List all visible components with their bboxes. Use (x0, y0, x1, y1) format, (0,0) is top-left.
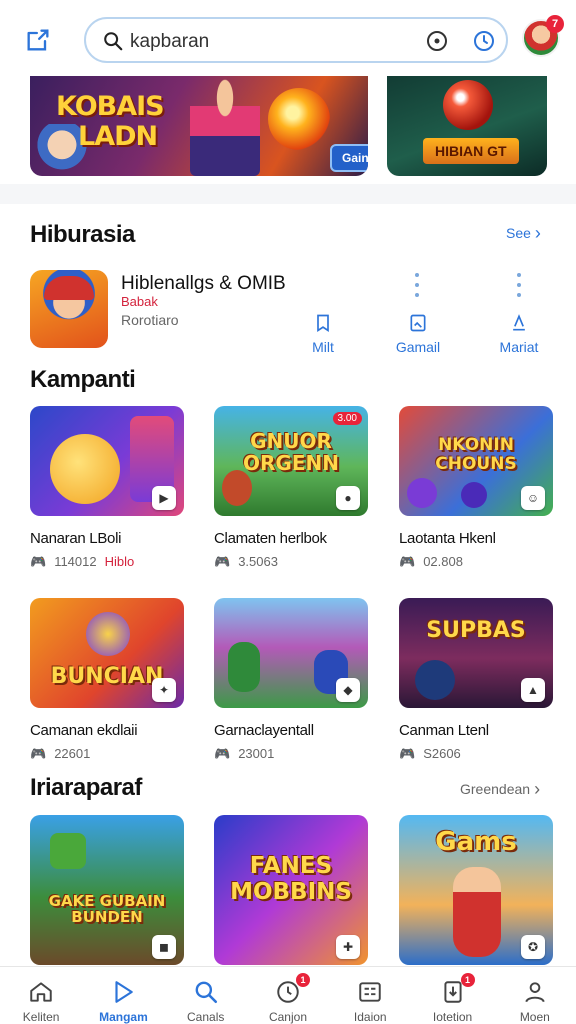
game-meta: 🎮 3.5063 (214, 554, 278, 569)
section-title: Kampanti (30, 366, 136, 393)
featured-app-name[interactable]: Hiblenallgs & OMIB (121, 273, 286, 295)
game-badge-icon: ▲ (521, 678, 545, 702)
game-title: Clamaten herlbok (214, 530, 327, 547)
game-thumbnail: ▶ (30, 406, 184, 516)
nav-list[interactable]: Idaion (329, 967, 411, 1024)
nav-play[interactable]: Mangam (82, 967, 164, 1024)
featured-app-tag: Babak (121, 294, 158, 309)
game-meta: 🎮 S2606 (399, 746, 461, 761)
game-badge-icon: ☺ (521, 486, 545, 510)
more-options-icon[interactable] (414, 273, 420, 301)
search-bar[interactable]: kapbaran (84, 17, 508, 63)
search-icon (104, 32, 123, 51)
banner-ball (443, 80, 493, 130)
list-icon (359, 982, 381, 1002)
see-all-link[interactable]: See › (506, 223, 541, 243)
controller-icon: 🎮 (399, 554, 416, 569)
gallery-icon (410, 314, 426, 332)
game-badge-icon: ✪ (521, 935, 545, 959)
game-tag: 3.00 (332, 412, 362, 425)
controller-icon: 🎮 (214, 746, 231, 761)
game-card[interactable]: FANES MOBBINS ✚ (214, 815, 368, 965)
game-thumbnail: Gams ✪ (399, 815, 553, 965)
game-title: Nanaran LBoli (30, 530, 122, 547)
game-meta: 🎮 23001 (214, 746, 275, 761)
home-icon (30, 982, 52, 1002)
action-button[interactable]: Mariat (484, 313, 554, 355)
game-card[interactable]: GAKE GUBAIN BUNDEN ◼ (30, 815, 184, 965)
avatar[interactable]: 7 (522, 15, 564, 57)
bookmark-icon (317, 314, 329, 333)
section-title: Iriaraparaf (30, 774, 142, 801)
game-meta: 🎮 22601 (30, 746, 91, 761)
game-title: Camanan ekdlaii (30, 722, 138, 739)
section-title: Hiburasia (30, 221, 135, 248)
banner-fireball (268, 88, 330, 150)
game-thumbnail: SUPBAS ▲ (399, 598, 553, 708)
notification-badge: 7 (546, 15, 564, 33)
banner-hero (190, 76, 260, 176)
game-title: Garnaclayentall (214, 722, 314, 739)
game-card[interactable]: 3.00 GNUOR ORGENN ● Clamaten herlbok 🎮 3.… (214, 406, 368, 570)
see-all-link[interactable]: Greendean › (460, 779, 541, 799)
game-card[interactable]: NKONIN CHOUNS ☺ Laotanta Hkenl 🎮 02.808 (399, 406, 553, 570)
game-badge-icon: ◼ (152, 935, 176, 959)
play-icon (115, 981, 134, 1003)
action-button[interactable]: Milt (288, 313, 358, 355)
game-badge-icon: ✦ (152, 678, 176, 702)
nav-home[interactable]: Keliten (0, 967, 82, 1024)
game-thumbnail: FANES MOBBINS ✚ (214, 815, 368, 965)
share-icon (513, 314, 525, 331)
game-title: Laotanta Hkenl (399, 530, 496, 547)
promo-banner-2[interactable]: HIBIAN GT (387, 76, 547, 176)
promo-banner-1[interactable]: KOBAIS LADN Gainse (30, 76, 368, 176)
game-title: Canman Ltenl (399, 722, 489, 739)
game-card[interactable]: ▶ Nanaran LBoli 🎮 114012 Hiblo (30, 406, 184, 570)
game-badge-icon: ✚ (336, 935, 360, 959)
game-thumbnail: GAKE GUBAIN BUNDEN ◼ (30, 815, 184, 965)
chevron-right-icon: › (534, 779, 541, 799)
person-icon (525, 982, 545, 1003)
game-card[interactable]: SUPBAS ▲ Canman Ltenl 🎮 S2606 (399, 598, 553, 762)
chevron-right-icon: › (534, 223, 541, 243)
game-meta: 🎮 114012 Hiblo (30, 554, 135, 569)
history-icon[interactable] (472, 29, 496, 53)
controller-icon: 🎮 (30, 746, 47, 761)
banner-cta-button[interactable]: Gainse (330, 144, 368, 172)
more-options-icon[interactable] (516, 273, 522, 301)
game-meta: 🎮 02.808 (399, 554, 463, 569)
action-button[interactable]: Gamail (383, 313, 453, 355)
controller-icon: 🎮 (214, 554, 231, 569)
game-card[interactable]: Gams ✪ (399, 815, 553, 965)
location-icon[interactable] (425, 29, 449, 53)
banner-cta-button[interactable]: HIBIAN GT (423, 138, 519, 164)
game-thumbnail: NKONIN CHOUNS ☺ (399, 406, 553, 516)
nav-downloads[interactable]: 1 Iotetion (411, 967, 493, 1024)
search-icon (195, 981, 217, 1004)
controller-icon: 🎮 (399, 746, 416, 761)
nav-badge: 1 (460, 973, 475, 987)
game-thumbnail: 3.00 GNUOR ORGENN ● (214, 406, 368, 516)
nav-badge: 1 (295, 973, 310, 987)
game-badge-icon: ▶ (152, 486, 176, 510)
controller-icon: 🎮 (30, 554, 47, 569)
featured-app-subtitle: Rorotiaro (121, 312, 179, 328)
nav-profile[interactable]: Moen (494, 967, 576, 1024)
nav-search[interactable]: Canals (165, 967, 247, 1024)
compose-icon[interactable] (24, 26, 52, 54)
game-thumbnail: BUNCIAN ✦ (30, 598, 184, 708)
search-input[interactable]: kapbaran (130, 31, 209, 53)
game-card[interactable]: ◆ Garnaclayentall 🎮 23001 (214, 598, 368, 762)
top-bar: kapbaran 7 (0, 0, 576, 78)
featured-app-icon[interactable] (30, 270, 108, 348)
banner-title: KOBAIS LADN (56, 91, 165, 152)
nav-history[interactable]: 1 Canjon (247, 967, 329, 1024)
game-badge-icon: ◆ (336, 678, 360, 702)
game-card[interactable]: BUNCIAN ✦ Camanan ekdlaii 🎮 22601 (30, 598, 184, 762)
game-thumbnail: ◆ (214, 598, 368, 708)
game-badge-icon: ● (336, 486, 360, 510)
bottom-navigation: Keliten Mangam Canals 1 Canjon Idaion 1 … (0, 966, 576, 1024)
section-divider (0, 184, 576, 204)
